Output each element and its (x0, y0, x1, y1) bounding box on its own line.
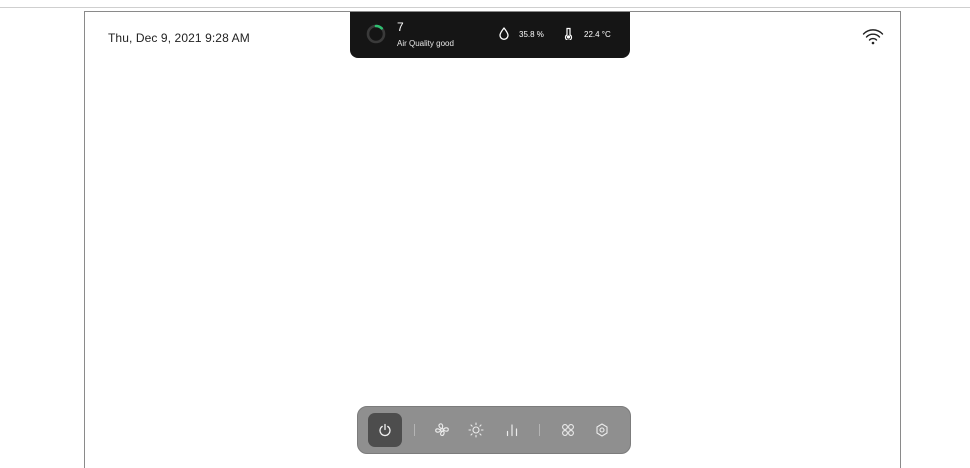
droplet-icon (499, 27, 509, 40)
divider (539, 424, 540, 436)
humidity-value: 35.8 % (519, 30, 544, 39)
settings-icon (596, 423, 608, 437)
divider (414, 424, 415, 436)
air-quality-ring-icon (366, 24, 386, 44)
control-bar (357, 406, 631, 454)
power-icon (379, 423, 391, 437)
screen: Thu, Dec 9, 2021 9:28 AM 7 Air Quality g… (0, 0, 970, 468)
brightness-icon (468, 422, 484, 438)
temperature-value: 22.4 °C (584, 30, 611, 39)
fan-button[interactable] (432, 420, 452, 440)
power-button[interactable] (368, 413, 402, 447)
fan-icon (435, 423, 449, 437)
wifi-icon[interactable] (862, 28, 884, 46)
levels-icon (506, 424, 518, 437)
brightness-button[interactable] (466, 420, 486, 440)
levels-button[interactable] (502, 420, 522, 440)
settings-button[interactable] (592, 420, 612, 440)
status-card[interactable]: 7 Air Quality good 35.8 % 22.4 °C (350, 12, 630, 58)
top-divider (0, 7, 970, 8)
air-quality-label: Air Quality good (397, 39, 454, 48)
apps-button[interactable] (558, 420, 578, 440)
date-time: Thu, Dec 9, 2021 9:28 AM (108, 31, 250, 45)
apps-icon (562, 424, 574, 436)
device-frame (84, 11, 901, 468)
air-quality-value: 7 (397, 20, 404, 34)
thermometer-icon (564, 27, 573, 40)
